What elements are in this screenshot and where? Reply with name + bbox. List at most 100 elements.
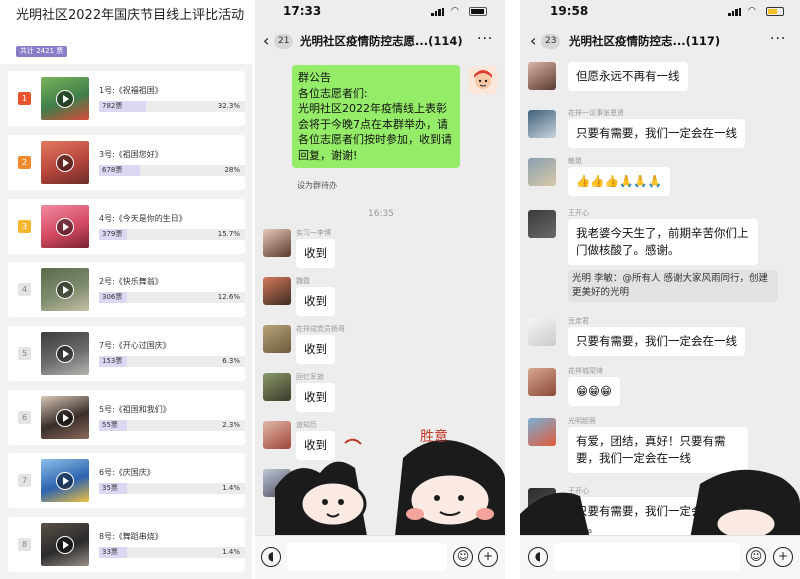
message-input[interactable] [554, 543, 740, 571]
user-avatar[interactable] [528, 318, 556, 346]
vote-item-card[interactable]: 6 5号:《祖国和我们》 55票 2.3% [8, 390, 245, 445]
vote-item-card[interactable]: 8 8号:《舞蹈串烧》 33票 1.4% [8, 517, 245, 572]
more-options-icon[interactable]: ··· [770, 31, 786, 47]
vote-share-bar: 782票 32.3% [99, 101, 245, 112]
chat-navbar: ‹ 23 光明社区疫情防控志...(117) ··· [520, 22, 800, 62]
vote-item-card[interactable]: 4 2号:《快乐舞翁》 306票 12.6% [8, 262, 245, 317]
rank-badge: 7 [18, 474, 31, 487]
user-avatar[interactable] [528, 488, 556, 516]
play-icon[interactable] [56, 345, 74, 363]
message-bubble[interactable]: 只要有需要，我们一定会在一线 [568, 327, 745, 356]
vote-percent: 1.4% [222, 548, 240, 556]
user-avatar[interactable] [263, 421, 291, 449]
user-avatar[interactable] [263, 325, 291, 353]
sender-name: 马森 [296, 469, 310, 477]
emoji-icon[interactable]: ☺ [746, 547, 766, 567]
more-options-icon[interactable]: ··· [477, 31, 493, 47]
vote-item-card[interactable]: 3 4号:《今天是你的生日》 379票 15.7% [8, 199, 245, 254]
battery-icon [469, 7, 487, 16]
user-avatar[interactable] [528, 158, 556, 186]
self-avatar[interactable] [469, 66, 497, 94]
unread-count-badge[interactable]: 21 [274, 34, 294, 49]
program-name: 2号:《快乐舞翁》 [99, 277, 163, 286]
message-bubble[interactable]: 但愿永远不再有一线 [568, 62, 688, 91]
video-thumbnail[interactable] [41, 205, 89, 248]
announcement-bubble[interactable]: 群公告 各位志愿者们: 光明社区2022年疫情线上表彰会将于今晚7点在本群举办，… [292, 65, 460, 168]
message-bubble[interactable]: 收到 [296, 479, 335, 508]
message-bubble[interactable]: 收到 [296, 239, 335, 268]
vote-item-card[interactable]: 7 6号:《庆国庆》 35票 1.4% [8, 453, 245, 508]
play-icon[interactable] [56, 536, 74, 554]
sender-name: 回忆军旅 [296, 373, 324, 381]
plus-icon[interactable]: + [478, 547, 498, 567]
chat-navbar: ‹ 21 光明社区疫情防控志愿...(114) ··· [255, 22, 505, 62]
vote-percent: 1.4% [222, 484, 240, 492]
set-todo-link[interactable]: 设为群待办 [297, 180, 337, 191]
rank-badge: 1 [18, 92, 31, 105]
status-time: 17:33 [283, 4, 322, 18]
video-thumbnail[interactable] [41, 332, 89, 375]
rank-badge: 4 [18, 283, 31, 296]
video-thumbnail[interactable] [41, 141, 89, 184]
message-bubble[interactable]: 有爱，团结，真好！只要有需要，我们一定会在一线 [568, 427, 748, 473]
total-votes-badge: 共计 2421 票 [16, 46, 68, 57]
video-thumbnail[interactable] [41, 77, 89, 120]
vote-share-bar: 35票 1.4% [99, 483, 245, 494]
vote-percent: 2.3% [222, 421, 240, 429]
user-avatar[interactable] [528, 418, 556, 446]
emoji-icon[interactable]: ☺ [453, 547, 473, 567]
message-bubble[interactable]: 收到 [296, 431, 335, 460]
play-icon[interactable] [56, 472, 74, 490]
program-name: 5号:《祖国和我们》 [99, 405, 171, 414]
vote-share-bar: 379票 15.7% [99, 229, 245, 240]
play-icon[interactable] [56, 218, 74, 236]
video-thumbnail[interactable] [41, 459, 89, 502]
message-bubble[interactable]: 只要有需要，我们一定会在一线 [568, 119, 745, 148]
vote-count: 678票 [102, 166, 123, 174]
message-bubble[interactable]: 收到 [296, 287, 335, 316]
user-avatar[interactable] [528, 110, 556, 138]
user-avatar[interactable] [263, 277, 291, 305]
sender-name: 王开心 [568, 487, 589, 495]
sender-name: 王开心 [568, 209, 589, 217]
message-bubble[interactable]: 收到 [296, 335, 335, 364]
message-bubble[interactable]: 收到 [296, 383, 335, 412]
play-icon[interactable] [56, 281, 74, 299]
back-chevron-icon[interactable]: ‹ [263, 31, 269, 50]
vote-item-card[interactable]: 1 1号:《祝福祖国》 782票 32.3% [8, 71, 245, 126]
message-bubble[interactable]: 😁😁😁 [568, 377, 620, 406]
sender-name: 道知历 [296, 421, 317, 429]
message-bubble[interactable]: 我老婆今天生了，前期辛苦你们上门做核酸了。感谢。 [568, 219, 758, 265]
sender-name: 魏霞 [296, 277, 310, 285]
vote-count: 153票 [102, 357, 123, 365]
play-icon[interactable] [56, 154, 74, 172]
voice-icon[interactable]: ◖ [261, 547, 281, 567]
vote-percent: 15.7% [217, 230, 240, 238]
user-avatar[interactable] [528, 210, 556, 238]
back-chevron-icon[interactable]: ‹ [530, 31, 536, 50]
play-icon[interactable] [56, 409, 74, 427]
user-avatar[interactable] [263, 229, 291, 257]
vote-header: 光明社区2022年国庆节目线上评比活动 共计 2421 票 [0, 0, 252, 64]
status-bar: 19:58 ◠ [520, 0, 800, 22]
user-avatar[interactable] [528, 62, 556, 90]
play-icon[interactable] [56, 90, 74, 108]
video-thumbnail[interactable] [41, 523, 89, 566]
vote-item-card[interactable]: 5 7号:《开心过国庆》 153票 6.3% [8, 326, 245, 381]
message-bubble[interactable]: 👍👍👍🙏🙏🙏 [568, 167, 670, 196]
vote-count: 306票 [102, 293, 123, 301]
vote-item-card[interactable]: 2 3号:《祖国您好》 678票 28% [8, 135, 245, 190]
message-input[interactable] [287, 543, 447, 571]
user-avatar[interactable] [263, 373, 291, 401]
user-avatar[interactable] [528, 368, 556, 396]
video-thumbnail[interactable] [41, 396, 89, 439]
voice-icon[interactable]: ◖ [528, 547, 548, 567]
vote-count: 55票 [102, 421, 118, 429]
user-avatar[interactable] [263, 469, 291, 497]
plus-icon[interactable]: + [773, 547, 793, 567]
quoted-message[interactable]: 光明 李敏：@所有人 感谢大家风雨同行，创建更美好的光明 [568, 270, 778, 302]
vote-share-bar: 33票 1.4% [99, 547, 245, 558]
video-thumbnail[interactable] [41, 268, 89, 311]
unread-count-badge[interactable]: 23 [541, 34, 561, 49]
program-name: 4号:《今天是你的生日》 [99, 214, 187, 223]
